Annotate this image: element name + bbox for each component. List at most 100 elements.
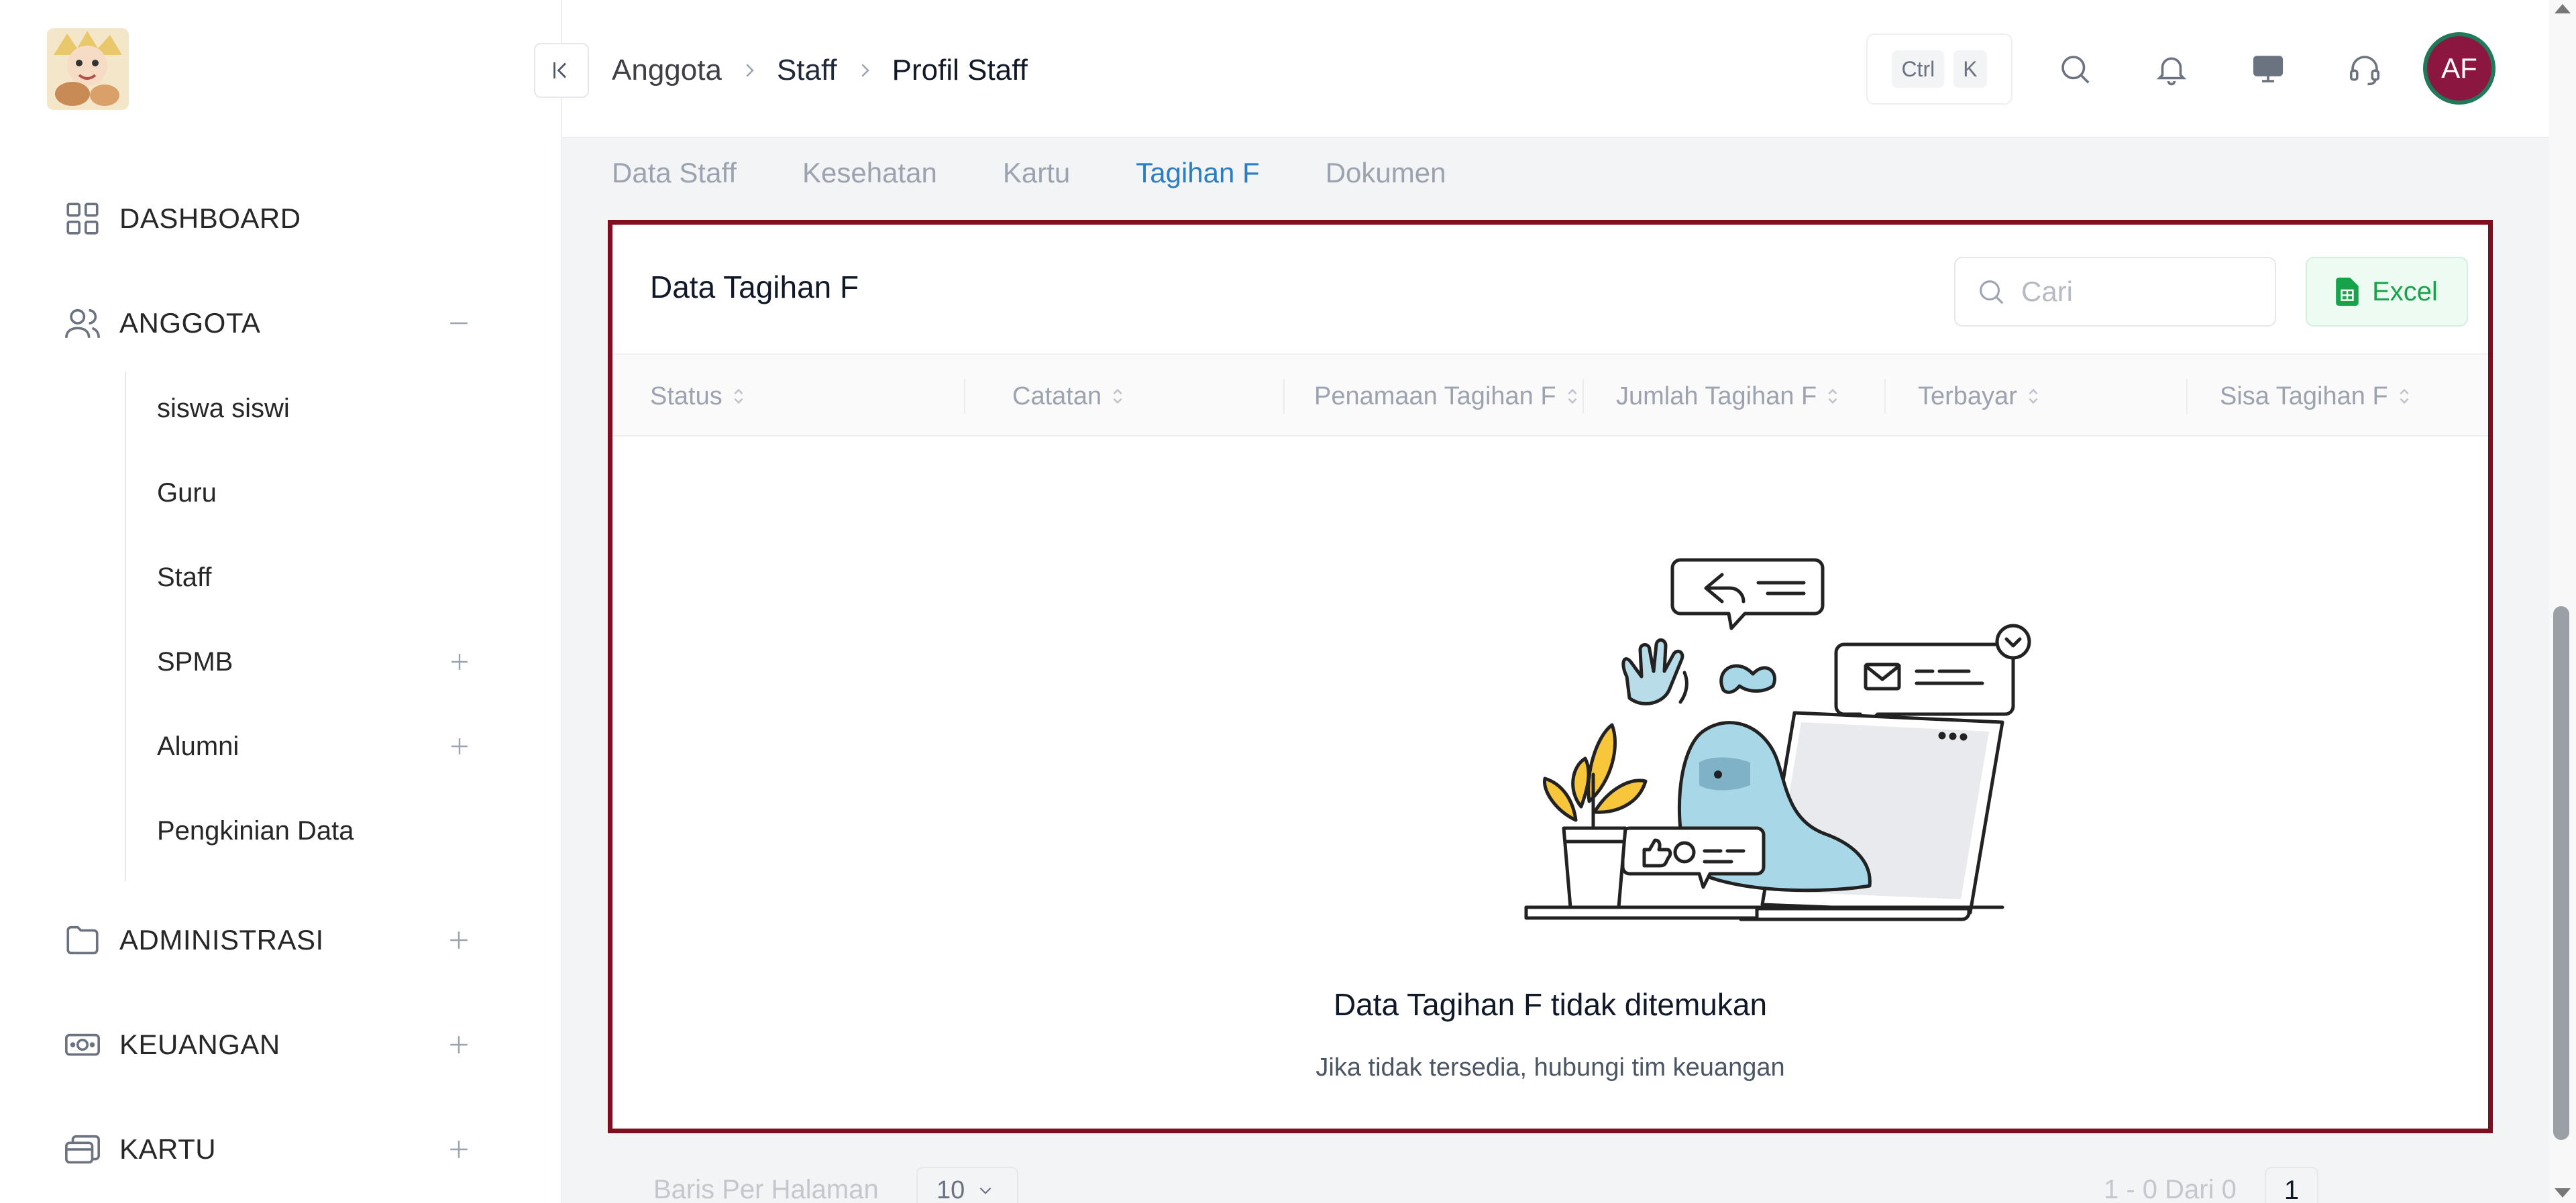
page-number-button[interactable]: 1	[2265, 1167, 2318, 1203]
collapse-sidebar-button[interactable]	[534, 43, 589, 98]
subitem-label: Alumni	[157, 731, 239, 761]
expand-plus-icon[interactable]	[441, 1027, 476, 1062]
subitem-label: Pengkinian Data	[157, 815, 354, 846]
sidebar-subitem-pengkinian-data[interactable]: Pengkinian Data	[157, 807, 498, 854]
subitem-label: SPMB	[157, 646, 233, 677]
spreadsheet-icon	[2336, 278, 2359, 306]
tab-dokumen[interactable]: Dokumen	[1326, 157, 1446, 204]
column-header-catatan[interactable]: Catatan	[1012, 355, 1124, 438]
scrollbar-thumb[interactable]	[2553, 606, 2569, 1140]
sidebar-subitem-staff[interactable]: Staff	[157, 554, 498, 601]
kbd-k: K	[1953, 50, 1987, 88]
sidebar-item-administrasi[interactable]: ADMINISTRASI	[62, 913, 498, 967]
empty-state-illustration	[1519, 553, 2043, 929]
expand-plus-icon[interactable]	[443, 645, 476, 679]
sidebar-item-label: ANGGOTA	[119, 307, 261, 339]
excel-label: Excel	[2372, 276, 2438, 306]
export-excel-button[interactable]: Excel	[2306, 257, 2468, 327]
table-header: Status Catatan Penamaan Tagihan F Jumlah…	[612, 353, 2488, 437]
sort-icon	[732, 386, 745, 406]
rows-per-page-value: 10	[936, 1176, 965, 1203]
sidebar-item-label: KARTU	[119, 1133, 217, 1165]
column-header-terbayar[interactable]: Terbayar	[1918, 355, 2040, 438]
column-label: Status	[650, 382, 722, 410]
scroll-down-arrow-icon[interactable]	[2555, 1188, 2571, 1198]
tagihan-card: Data Tagihan F Excel Status Catatan Pena…	[608, 220, 2493, 1133]
scroll-up-arrow-icon[interactable]	[2555, 4, 2571, 13]
sidebar-subitem-alumni[interactable]: Alumni	[157, 723, 498, 770]
profile-tabs: Data Staff Kesehatan Kartu Tagihan F Dok…	[612, 157, 1446, 204]
search-input[interactable]	[2021, 276, 2263, 308]
cards-icon	[62, 1129, 103, 1170]
folder-icon	[62, 919, 103, 961]
sidebar-item-dashboard[interactable]: DASHBOARD	[62, 192, 498, 245]
search-icon[interactable]	[2051, 46, 2098, 93]
breadcrumb-staff[interactable]: Staff	[777, 54, 837, 87]
expand-plus-icon[interactable]	[441, 923, 476, 958]
column-divider	[964, 379, 965, 414]
chevron-right-icon	[855, 60, 875, 80]
expand-plus-icon[interactable]	[441, 1132, 476, 1167]
sort-icon	[2398, 386, 2411, 406]
column-label: Jumlah Tagihan F	[1616, 382, 1817, 410]
sidebar-item-label: DASHBOARD	[119, 203, 301, 234]
submenu-guide-line	[125, 371, 126, 881]
money-icon	[62, 1024, 103, 1066]
tab-tagihan-f[interactable]: Tagihan F	[1136, 157, 1259, 204]
sidebar-subitem-spmb[interactable]: SPMB	[157, 638, 498, 685]
sidebar-item-label: KEUANGAN	[119, 1029, 280, 1060]
column-header-penamaan-tagihan[interactable]: Penamaan Tagihan F	[1314, 355, 1579, 438]
card-title: Data Tagihan F	[650, 270, 859, 304]
column-header-jumlah-tagihan[interactable]: Jumlah Tagihan F	[1616, 355, 1839, 438]
column-header-status[interactable]: Status	[650, 355, 745, 438]
column-label: Sisa Tagihan F	[2220, 382, 2388, 410]
breadcrumb: Anggota Staff Profil Staff	[612, 47, 1028, 94]
column-divider	[1582, 379, 1584, 414]
sidebar-item-keuangan[interactable]: KEUANGAN	[62, 1018, 498, 1072]
user-avatar[interactable]: AF	[2423, 32, 2496, 105]
empty-state-subtitle: Jika tidak tersedia, hubungi tim keuanga…	[1316, 1053, 1785, 1082]
expand-plus-icon[interactable]	[443, 730, 476, 763]
sidebar-item-kartu[interactable]: KARTU	[62, 1123, 498, 1176]
empty-state-title: Data Tagihan F tidak ditemukan	[1333, 987, 1768, 1022]
monitor-icon[interactable]	[2245, 46, 2292, 93]
subitem-label: Staff	[157, 562, 212, 592]
app-logo[interactable]	[47, 28, 129, 110]
sort-icon	[1566, 386, 1579, 406]
tab-kartu[interactable]: Kartu	[1003, 157, 1070, 204]
sort-icon	[1826, 386, 1839, 406]
sidebar-item-label: ADMINISTRASI	[119, 924, 324, 956]
breadcrumb-anggota[interactable]: Anggota	[612, 54, 722, 87]
sidebar-item-anggota[interactable]: ANGGOTA	[62, 296, 498, 350]
column-header-sisa-tagihan[interactable]: Sisa Tagihan F	[2220, 355, 2411, 438]
search-icon	[1980, 280, 2004, 304]
subitem-label: Guru	[157, 477, 217, 508]
column-divider	[2186, 379, 2188, 414]
column-label: Terbayar	[1918, 382, 2017, 410]
sidebar-subitem-siswa-siswi[interactable]: siswa siswi	[157, 385, 498, 432]
sort-icon	[1111, 386, 1124, 406]
collapse-minus-icon[interactable]	[441, 306, 476, 341]
rows-per-page-select[interactable]: 10	[916, 1167, 1018, 1203]
sidebar: DASHBOARD ANGGOTA siswa siswi Guru Staff…	[0, 0, 562, 1203]
tab-kesehatan[interactable]: Kesehatan	[802, 157, 937, 204]
pagination-range: 1 - 0 Dari 0	[2104, 1175, 2237, 1203]
command-palette-shortcut[interactable]: Ctrl K	[1866, 34, 2012, 105]
sidebar-subitem-guru[interactable]: Guru	[157, 469, 498, 516]
rows-per-page-label: Baris Per Halaman	[653, 1175, 879, 1203]
headset-support-icon[interactable]	[2341, 46, 2388, 93]
sort-icon	[2027, 386, 2040, 406]
search-field[interactable]	[1954, 257, 2276, 327]
tab-data-staff[interactable]: Data Staff	[612, 157, 737, 204]
breadcrumb-profil-staff: Profil Staff	[892, 54, 1028, 87]
column-label: Catatan	[1012, 382, 1102, 410]
column-divider	[1884, 379, 1886, 414]
collapse-left-icon	[553, 62, 566, 78]
column-label: Penamaan Tagihan F	[1314, 382, 1556, 410]
column-divider	[1283, 379, 1285, 414]
kbd-ctrl: Ctrl	[1892, 50, 1945, 88]
bell-icon[interactable]	[2148, 46, 2195, 93]
users-icon	[62, 302, 103, 344]
chevron-down-icon	[979, 1187, 991, 1194]
subitem-label: siswa siswi	[157, 393, 290, 423]
